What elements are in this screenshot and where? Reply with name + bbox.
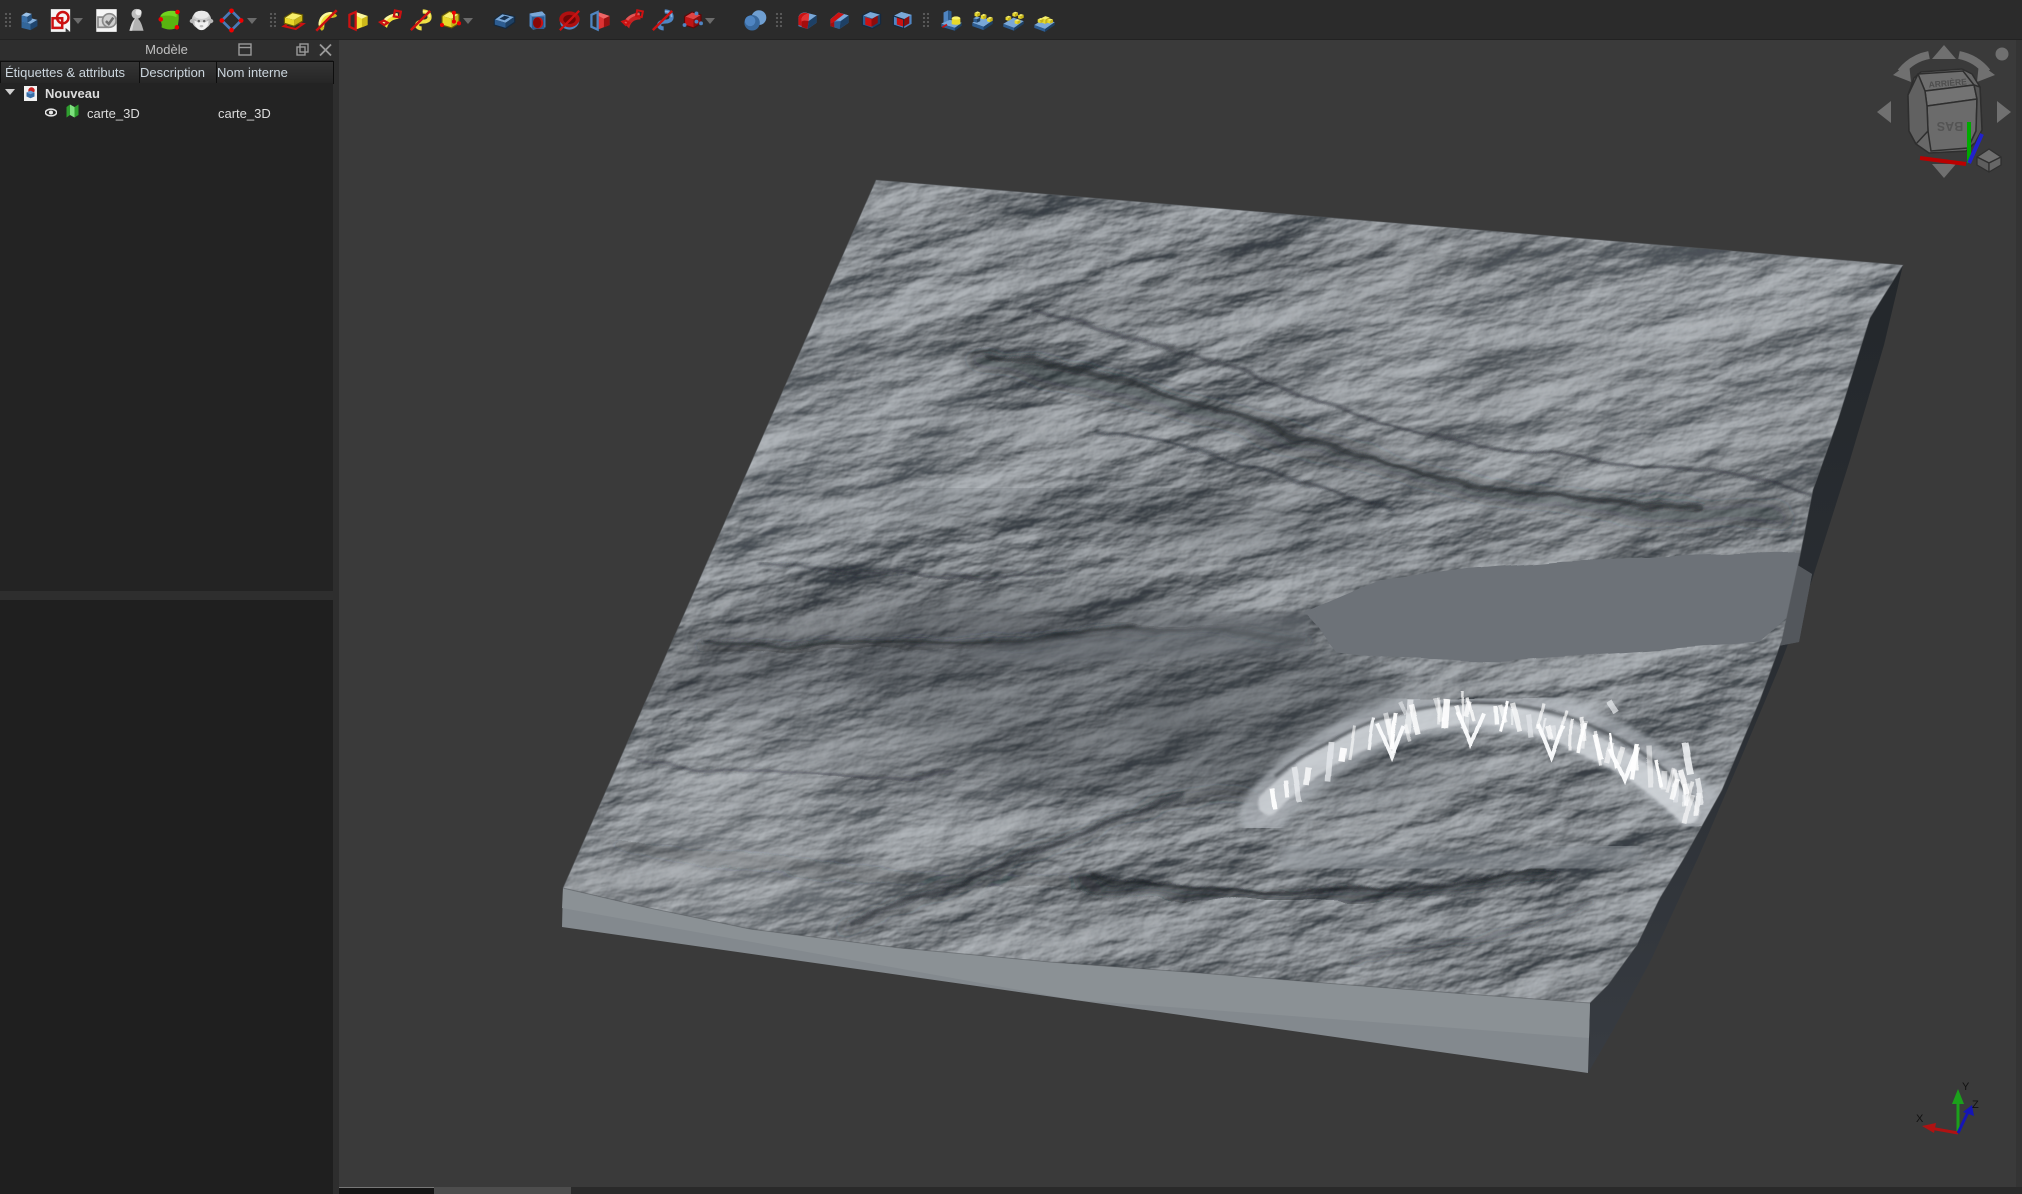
svg-text:Z: Z — [1972, 1099, 1979, 1111]
svg-text:X: X — [1916, 1113, 1924, 1125]
svg-text:BAS: BAS — [1937, 119, 1963, 133]
svg-text:Y: Y — [1962, 1081, 1970, 1093]
